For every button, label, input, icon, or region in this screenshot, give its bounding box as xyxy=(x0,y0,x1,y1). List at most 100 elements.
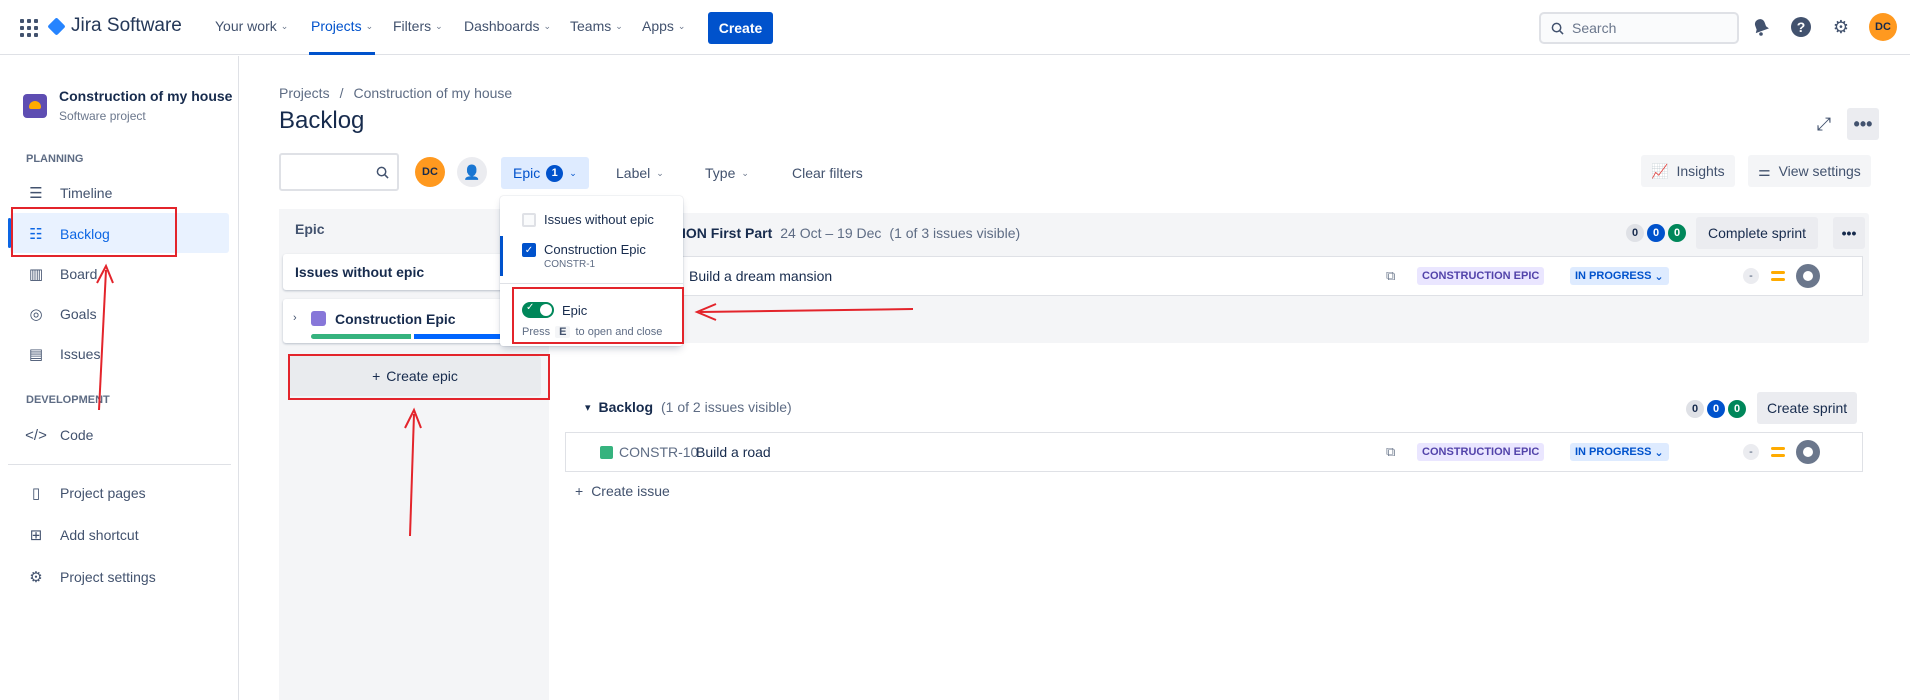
option-construction-epic[interactable]: ✓ Construction Epic CONSTR-1 xyxy=(500,242,683,270)
sprint-header[interactable]: ION First Part 24 Oct – 19 Dec (1 of 3 i… xyxy=(682,225,1020,241)
collapse-chevron-icon[interactable]: ▾ xyxy=(585,401,591,414)
nav-your-work[interactable]: Your work ⌄ xyxy=(215,18,288,34)
complete-sprint-button[interactable]: Complete sprint xyxy=(1696,217,1819,249)
svg-text:?: ? xyxy=(1797,19,1806,35)
unassigned-avatar-icon[interactable] xyxy=(1796,264,1820,288)
sidebar-item-project-settings[interactable]: ⚙ Project settings xyxy=(26,567,155,587)
nav-projects[interactable]: Projects ⌄ xyxy=(311,18,373,34)
sprint-issue-row[interactable]: Build a dream mansion ⧉ CONSTRUCTION EPI… xyxy=(565,256,1863,296)
goals-icon: ◎ xyxy=(29,306,43,323)
expand-chevron-icon[interactable]: › xyxy=(293,312,297,324)
fullscreen-icon[interactable]: ⤢ xyxy=(1808,108,1840,140)
story-point-estimate[interactable]: - xyxy=(1743,444,1759,460)
epic-name: Construction Epic xyxy=(335,311,456,327)
more-actions-button[interactable]: ••• xyxy=(1847,108,1879,140)
status-dropdown[interactable]: IN PROGRESS ⌄ xyxy=(1570,443,1669,461)
create-sprint-button[interactable]: Create sprint xyxy=(1757,392,1858,424)
page-title: Backlog xyxy=(279,107,365,134)
search-input[interactable]: Search xyxy=(1539,12,1739,44)
backlog-issue-row[interactable]: CONSTR-10 Build a road ⧉ CONSTRUCTION EP… xyxy=(565,432,1863,472)
sidebar-item-board[interactable]: ▥ Board xyxy=(26,264,97,284)
nav-dashboards[interactable]: Dashboards ⌄ xyxy=(464,18,551,34)
create-button[interactable]: Create xyxy=(708,12,773,44)
product-name: Jira Software xyxy=(71,15,182,36)
chevron-down-icon: ⌄ xyxy=(365,20,374,31)
status-dropdown[interactable]: IN PROGRESS ⌄ xyxy=(1570,267,1669,285)
sidebar-item-project-pages[interactable]: ▯ Project pages xyxy=(26,483,146,503)
backlog-search-input[interactable] xyxy=(279,153,399,191)
backlog-header[interactable]: ▾ Backlog (1 of 2 issues visible) xyxy=(585,399,792,415)
issue-summary: Build a road xyxy=(696,444,771,460)
issues-icon: ▤ xyxy=(28,346,44,363)
checkbox-checked-icon[interactable]: ✓ xyxy=(522,243,536,257)
annotation-box-create-epic xyxy=(288,354,550,400)
chevron-down-icon: ⌄ xyxy=(1654,446,1664,459)
annotation-box-backlog xyxy=(11,207,177,257)
priority-medium-icon xyxy=(1771,271,1785,281)
planning-section-label: PLANNING xyxy=(26,153,84,165)
notifications-icon[interactable] xyxy=(1750,16,1772,38)
chevron-down-icon: ⌄ xyxy=(677,20,686,31)
sidebar-item-add-shortcut[interactable]: ⊞ Add shortcut xyxy=(26,525,139,545)
sidebar-item-issues[interactable]: ▤ Issues xyxy=(26,344,101,364)
chevron-down-icon: ⌄ xyxy=(435,20,443,31)
settings-icon: ⚙ xyxy=(29,569,43,586)
search-icon xyxy=(376,166,389,179)
sidebar-divider xyxy=(8,464,231,465)
nav-filters[interactable]: Filters ⌄ xyxy=(393,18,443,34)
view-settings-button[interactable]: ⚌ View settings xyxy=(1748,155,1871,187)
epic-lozenge[interactable]: CONSTRUCTION EPIC xyxy=(1417,267,1545,285)
breadcrumb-projects[interactable]: Projects xyxy=(279,85,330,101)
jira-logo[interactable]: Jira Software xyxy=(47,15,182,37)
sprint-visible-count: (1 of 3 issues visible) xyxy=(889,225,1021,241)
chevron-down-icon: ⌄ xyxy=(741,167,749,178)
child-issues-icon[interactable]: ⧉ xyxy=(1386,444,1395,460)
option-issues-without-epic[interactable]: Issues without epic xyxy=(500,212,683,227)
epic-lozenge[interactable]: CONSTRUCTION EPIC xyxy=(1417,443,1545,461)
project-name[interactable]: Construction of my house xyxy=(59,88,232,104)
project-sidebar: Construction of my house Software projec… xyxy=(0,56,239,700)
epic-panel-heading: Epic xyxy=(295,221,325,237)
chevron-down-icon: ⌄ xyxy=(615,20,623,31)
story-type-icon xyxy=(600,446,613,459)
settings-gear-icon[interactable]: ⚙ xyxy=(1830,16,1852,38)
chevron-down-icon: ⌄ xyxy=(543,20,552,31)
timeline-icon: ☰ xyxy=(29,185,43,202)
project-avatar-icon xyxy=(23,94,47,118)
epic-progress-bar xyxy=(311,334,531,339)
nav-apps[interactable]: Apps ⌄ xyxy=(642,18,685,34)
sidebar-item-timeline[interactable]: ☰ Timeline xyxy=(26,183,112,203)
label-filter-button[interactable]: Label ⌄ xyxy=(604,157,676,189)
chevron-down-icon: ⌄ xyxy=(656,167,664,178)
breadcrumb-separator: / xyxy=(339,85,344,101)
app-switcher-icon[interactable] xyxy=(20,19,38,37)
priority-medium-icon xyxy=(1771,447,1785,457)
child-issues-icon[interactable]: ⧉ xyxy=(1386,268,1395,284)
assignee-filter-avatar[interactable]: DC xyxy=(415,157,445,187)
sidebar-item-code[interactable]: </> Code xyxy=(25,425,93,445)
epic-color-swatch xyxy=(311,311,326,326)
create-issue-button[interactable]: + Create issue xyxy=(575,483,670,499)
chevron-down-icon: ⌄ xyxy=(1654,270,1664,283)
add-people-icon[interactable]: 👤 xyxy=(457,157,487,187)
backlog-title: Backlog xyxy=(598,399,653,415)
epic-filter-button[interactable]: Epic 1 ⌄ xyxy=(501,157,589,189)
help-icon[interactable]: ? xyxy=(1790,16,1812,38)
clear-filters-button[interactable]: Clear filters xyxy=(780,157,875,189)
unassigned-avatar-icon[interactable] xyxy=(1796,440,1820,464)
sidebar-item-goals[interactable]: ◎ Goals xyxy=(26,304,96,324)
user-avatar[interactable]: DC xyxy=(1869,13,1897,41)
code-icon: </> xyxy=(25,426,47,444)
insights-button[interactable]: 📈 Insights xyxy=(1641,155,1735,187)
checkbox-unchecked[interactable] xyxy=(522,213,536,227)
epic-key: CONSTR-1 xyxy=(544,259,596,270)
issue-key[interactable]: CONSTR-10 xyxy=(619,444,698,460)
type-filter-button[interactable]: Type ⌄ xyxy=(693,157,761,189)
sprint-more-button[interactable]: ••• xyxy=(1833,217,1865,249)
nav-teams[interactable]: Teams ⌄ xyxy=(570,18,623,34)
development-section-label: DEVELOPMENT xyxy=(26,394,110,406)
story-point-estimate[interactable]: - xyxy=(1743,268,1759,284)
breadcrumb-project[interactable]: Construction of my house xyxy=(353,85,512,101)
add-shortcut-icon: ⊞ xyxy=(29,527,43,544)
sprint-name: ION First Part xyxy=(682,225,773,241)
